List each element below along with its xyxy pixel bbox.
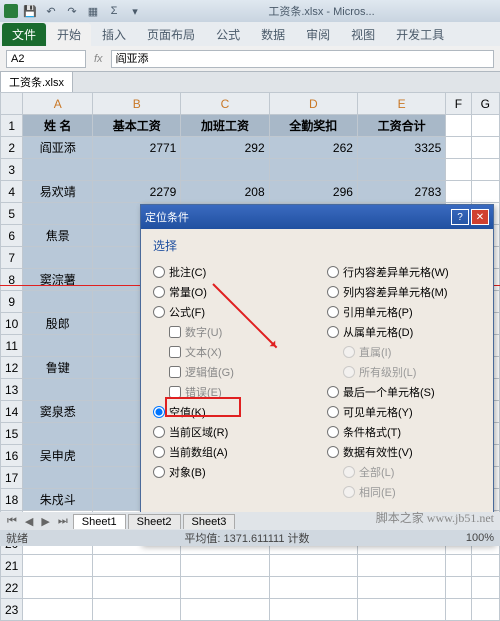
- option-same: 相同(E): [343, 484, 481, 500]
- option-v[interactable]: 数据有效性(V): [327, 444, 481, 460]
- option-u[interactable]: 数字(U): [169, 324, 307, 340]
- option-a[interactable]: 当前数组(A): [153, 444, 307, 460]
- help-icon[interactable]: ?: [451, 209, 469, 225]
- status-ready: 就绪: [6, 530, 28, 546]
- nav-prev-icon[interactable]: ◀: [22, 515, 36, 528]
- nav-last-icon[interactable]: ⏭: [55, 515, 71, 528]
- tab-home[interactable]: 开始: [47, 23, 91, 46]
- tab-file[interactable]: 文件: [2, 23, 46, 46]
- tab-data[interactable]: 数据: [251, 23, 295, 46]
- close-icon[interactable]: ✕: [471, 209, 489, 225]
- app-icon: [4, 4, 18, 18]
- workbook-tab[interactable]: 工资条.xlsx: [0, 71, 73, 93]
- status-bar: 就绪 平均值: 1371.611111 计数 100%: [0, 530, 500, 546]
- tab-dev[interactable]: 开发工具: [386, 23, 454, 46]
- nav-first-icon[interactable]: ⏮: [4, 515, 20, 528]
- save-icon[interactable]: 💾: [21, 2, 39, 20]
- option-y[interactable]: 可见单元格(Y): [327, 404, 481, 420]
- option-x[interactable]: 文本(X): [169, 344, 307, 360]
- option-all: 全部(L): [343, 464, 481, 480]
- option-b[interactable]: 对象(B): [153, 464, 307, 480]
- option-e[interactable]: 错误(E): [169, 384, 307, 400]
- sum-icon[interactable]: Σ: [105, 2, 123, 20]
- option-f[interactable]: 公式(F): [153, 304, 307, 320]
- option-k[interactable]: 空值(K): [153, 404, 307, 420]
- tab-layout[interactable]: 页面布局: [137, 23, 205, 46]
- option-w[interactable]: 行内容差异单元格(W): [327, 264, 481, 280]
- redo-icon[interactable]: ↷: [63, 2, 81, 20]
- name-box[interactable]: A2: [6, 50, 86, 68]
- option-l: 所有级别(L): [343, 364, 481, 380]
- option-d[interactable]: 从属单元格(D): [327, 324, 481, 340]
- formula-bar[interactable]: 阎亚添: [111, 50, 494, 68]
- dialog-titlebar[interactable]: 定位条件 ? ✕: [141, 205, 493, 229]
- goto-special-dialog: 定位条件 ? ✕ 选择 批注(C) 常量(O) 公式(F) 数字(U) 文本(X) 逻辑值…: [140, 204, 494, 545]
- dialog-title: 定位条件: [145, 209, 189, 225]
- ribbon-tabs: 文件 开始 插入 页面布局 公式 数据 审阅 视图 开发工具: [0, 22, 500, 46]
- formula-bar-row: A2 fx 阎亚添: [0, 46, 500, 72]
- status-stats: 平均值: 1371.611111 计数: [184, 530, 309, 546]
- fx-icon[interactable]: fx: [94, 53, 103, 65]
- option-p[interactable]: 引用单元格(P): [327, 304, 481, 320]
- option-g[interactable]: 逻辑值(G): [169, 364, 307, 380]
- option-t[interactable]: 条件格式(T): [327, 424, 481, 440]
- status-zoom[interactable]: 100%: [466, 532, 494, 544]
- qat-icon[interactable]: ▦: [84, 2, 102, 20]
- tab-view[interactable]: 视图: [341, 23, 385, 46]
- tab-insert[interactable]: 插入: [92, 23, 136, 46]
- option-s[interactable]: 最后一个单元格(S): [327, 384, 481, 400]
- window-title: 工资条.xlsx - Micros...: [147, 3, 496, 19]
- workbook-tab-bar: 工资条.xlsx: [0, 72, 500, 92]
- sheet-tab-1[interactable]: Sheet1: [73, 514, 126, 529]
- option-i: 直属(I): [343, 344, 481, 360]
- undo-icon[interactable]: ↶: [42, 2, 60, 20]
- sheet-tab-2[interactable]: Sheet2: [128, 514, 181, 529]
- option-o[interactable]: 常量(O): [153, 284, 307, 300]
- dialog-section: 选择: [153, 237, 481, 254]
- option-c[interactable]: 批注(C): [153, 264, 307, 280]
- title-bar: 💾 ↶ ↷ ▦ Σ ▾ 工资条.xlsx - Micros...: [0, 0, 500, 22]
- nav-next-icon[interactable]: ▶: [38, 515, 52, 528]
- option-r[interactable]: 当前区域(R): [153, 424, 307, 440]
- watermark: 脚本之家 www.jb51.net: [376, 509, 494, 526]
- tab-review[interactable]: 审阅: [296, 23, 340, 46]
- tab-formulas[interactable]: 公式: [206, 23, 250, 46]
- more-icon[interactable]: ▾: [126, 2, 144, 20]
- sheet-tab-3[interactable]: Sheet3: [183, 514, 236, 529]
- option-m[interactable]: 列内容差异单元格(M): [327, 284, 481, 300]
